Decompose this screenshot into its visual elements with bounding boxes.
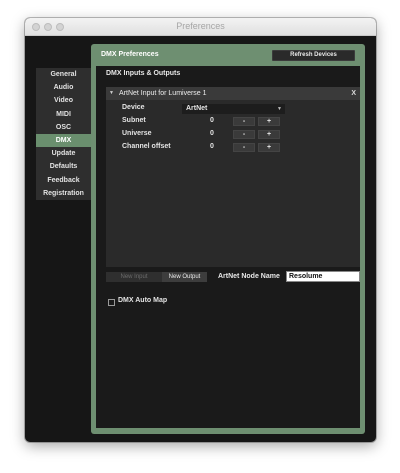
preferences-window: Preferences General Audio Video MIDI OSC… bbox=[25, 18, 376, 442]
dmx-auto-map-checkbox[interactable] bbox=[108, 299, 115, 306]
sidebar-item-audio[interactable]: Audio bbox=[36, 81, 91, 95]
chevron-down-icon: ▼ bbox=[277, 106, 282, 112]
section-title: DMX Inputs & Outputs bbox=[106, 70, 181, 77]
sidebar-item-feedback[interactable]: Feedback bbox=[36, 173, 91, 187]
refresh-devices-button[interactable]: Refresh Devices bbox=[272, 50, 355, 61]
sidebar-item-registration[interactable]: Registration bbox=[36, 186, 91, 200]
sidebar-item-update[interactable]: Update bbox=[36, 147, 91, 161]
sidebar-item-midi[interactable]: MIDI bbox=[36, 107, 91, 121]
sidebar-item-video[interactable]: Video bbox=[36, 94, 91, 108]
subnet-increment-button[interactable]: + bbox=[258, 117, 280, 126]
new-output-button[interactable]: New Output bbox=[162, 272, 207, 282]
artnet-node-name-label: ArtNet Node Name bbox=[218, 273, 280, 280]
subnet-decrement-button[interactable]: - bbox=[233, 117, 255, 126]
channel-offset-increment-button[interactable]: + bbox=[258, 143, 280, 152]
subnet-label: Subnet bbox=[122, 117, 146, 124]
universe-decrement-button[interactable]: - bbox=[233, 130, 255, 139]
artnet-node-name-input[interactable]: Resolume bbox=[286, 271, 360, 282]
device-select-value: ArtNet bbox=[186, 105, 208, 112]
remove-io-button[interactable]: X bbox=[351, 87, 356, 100]
dmx-io-list: ▼ ArtNet Input for Lumiverse 1 X Device … bbox=[106, 87, 360, 267]
dmx-preferences-panel: DMX Preferences Refresh Devices DMX Inpu… bbox=[91, 44, 365, 434]
new-input-button[interactable]: New Input bbox=[106, 272, 162, 282]
device-select[interactable]: ArtNet ▼ bbox=[182, 104, 285, 114]
channel-offset-value[interactable]: 0 bbox=[210, 143, 214, 150]
io-item-title: ArtNet Input for Lumiverse 1 bbox=[119, 90, 207, 97]
sidebar-item-general[interactable]: General bbox=[36, 68, 91, 82]
collapse-triangle-icon[interactable]: ▼ bbox=[109, 87, 114, 100]
io-item-header[interactable]: ▼ ArtNet Input for Lumiverse 1 X bbox=[106, 87, 360, 100]
universe-value[interactable]: 0 bbox=[210, 130, 214, 137]
window-title: Preferences bbox=[176, 21, 225, 31]
title-bar: Preferences bbox=[25, 18, 376, 36]
sidebar-item-defaults[interactable]: Defaults bbox=[36, 160, 91, 174]
panel-title: DMX Preferences bbox=[101, 51, 159, 58]
sidebar-item-dmx[interactable]: DMX bbox=[36, 133, 91, 148]
sidebar: General Audio Video MIDI OSC DMX Update … bbox=[36, 68, 91, 200]
sidebar-item-osc[interactable]: OSC bbox=[36, 120, 91, 134]
dmx-auto-map-label[interactable]: DMX Auto Map bbox=[118, 297, 167, 304]
channel-offset-label: Channel offset bbox=[122, 143, 171, 150]
subnet-value[interactable]: 0 bbox=[210, 117, 214, 124]
universe-increment-button[interactable]: + bbox=[258, 130, 280, 139]
universe-label: Universe bbox=[122, 130, 152, 137]
channel-offset-decrement-button[interactable]: - bbox=[233, 143, 255, 152]
panel-content: DMX Inputs & Outputs ▼ ArtNet Input for … bbox=[96, 66, 360, 428]
device-label: Device bbox=[122, 104, 145, 111]
